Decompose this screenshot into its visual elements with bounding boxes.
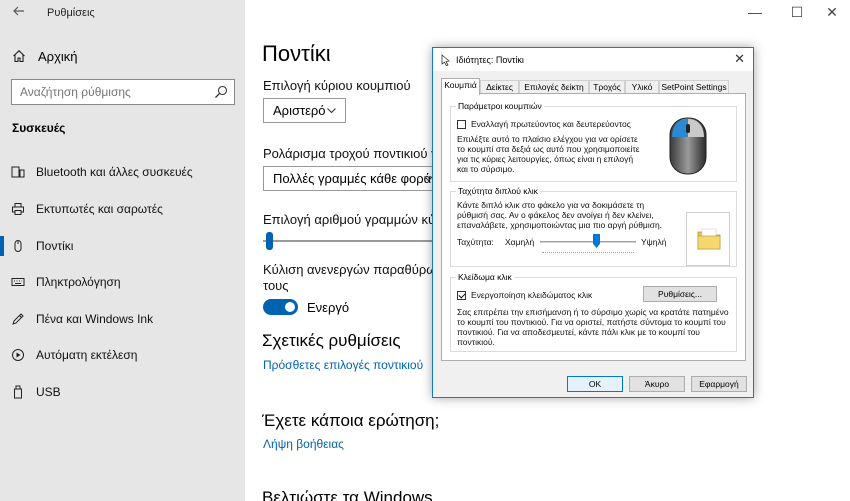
sidebar-item-usb[interactable]: USB (0, 378, 245, 406)
sidebar-item-autoplay[interactable]: Αυτόματη εκτέλεση (0, 341, 245, 369)
test-folder-area[interactable] (686, 212, 730, 266)
button-configuration-group: Παράμετροι κουμπιών Εναλλαγή πρωτεύοντος… (450, 101, 737, 182)
usb-icon (14, 385, 22, 399)
group-title: Ταχύτητα διπλού κλικ (456, 186, 540, 196)
ok-button[interactable]: OK (567, 376, 623, 392)
tab-pointers[interactable]: Δείκτες (480, 80, 519, 94)
sidebar-item-typing[interactable]: Πληκτρολόγηση (0, 268, 245, 296)
mouse-image-icon (669, 117, 707, 175)
wheel-scroll-dropdown[interactable]: Πολλές γραμμές κάθε φορά (263, 166, 443, 191)
tab-hardware[interactable]: Υλικό (625, 80, 659, 94)
related-settings-heading: Σχετικές ρυθμίσεις (262, 331, 401, 350)
search-box[interactable] (11, 79, 235, 105)
apply-button[interactable]: Εφαρμογή (691, 376, 747, 392)
speed-fast-label: Υψηλή (641, 237, 667, 247)
chevron-down-icon (327, 108, 336, 114)
dropdown-value: Αριστερό (273, 103, 326, 118)
bluetooth-icon (11, 166, 25, 178)
double-click-speed-group: Ταχύτητα διπλού κλικ Κάντε διπλό κλικ στ… (450, 186, 737, 267)
dropdown-value: Πολλές γραμμές κάθε φορά (273, 171, 432, 186)
mouse-pointer-icon (441, 54, 450, 66)
clicklock-label: Ενεργοποίηση κλειδώματος κλικ (471, 290, 593, 300)
sidebar-item-pen[interactable]: Πένα και Windows Ink (0, 305, 245, 333)
cancel-button[interactable]: Άκυρο (629, 376, 685, 392)
tab-wheel[interactable]: Τροχός (589, 80, 625, 94)
inactive-scroll-toggle[interactable] (263, 299, 298, 315)
clicklock-description: Σας επιτρέπει την επισήμανση ή το σύρσιμ… (457, 307, 729, 347)
sidebar-item-label: Bluetooth και άλλες συσκευές (36, 165, 193, 179)
search-icon[interactable] (214, 85, 228, 99)
window-title: Ρυθμίσεις (47, 7, 95, 19)
back-arrow-icon[interactable] (10, 4, 28, 22)
speed-tick-marks (542, 252, 634, 254)
dialog-close-icon[interactable]: ✕ (734, 51, 745, 67)
pen-icon (12, 313, 24, 325)
improve-windows-heading: Βελτιώστε τα Windows (262, 488, 433, 501)
mouse-icon (14, 240, 22, 252)
settings-sidebar: Ρυθμίσεις Αρχική Συσκευές Bluetooth και … (0, 0, 245, 501)
page-title: Ποντίκι (262, 41, 331, 66)
mouse-properties-dialog: Ιδιότητες: Ποντίκι ✕ Κουμπιά Δείκτες Επι… (432, 47, 754, 398)
printer-icon (12, 203, 24, 215)
scroll-lines-slider-track[interactable] (263, 240, 433, 242)
get-help-link[interactable]: Λήψη βοήθειας (263, 437, 344, 451)
speed-label: Ταχύτητα: (457, 237, 494, 247)
swap-buttons-description: Επιλέξτε αυτό το πλαίσιο ελέγχου για να … (457, 134, 640, 174)
keyboard-icon (11, 278, 25, 286)
clicklock-checkbox[interactable] (457, 291, 466, 300)
additional-mouse-options-link[interactable]: Πρόσθετες επιλογές ποντικιού (263, 358, 423, 372)
swap-buttons-checkbox[interactable] (457, 120, 466, 129)
clicklock-settings-button[interactable]: Ρυθμίσεις... (643, 286, 717, 302)
swap-buttons-label: Εναλλαγή πρωτεύοντος και δευτερεύοντος (471, 119, 631, 129)
primary-button-dropdown[interactable]: Αριστερό (263, 98, 346, 123)
inactive-scroll-label-cont: τους (263, 278, 289, 293)
dialog-title: Ιδιότητες: Ποντίκι (456, 55, 524, 65)
sidebar-section-label: Συσκευές (12, 121, 66, 135)
search-input[interactable] (12, 80, 202, 104)
sidebar-item-label: Πληκτρολόγηση (36, 275, 121, 289)
toggle-knob (285, 302, 295, 312)
sidebar-item-label: Ποντίκι (36, 239, 74, 253)
maximize-button[interactable]: ☐ (787, 4, 807, 20)
double-click-speed-track[interactable] (540, 241, 636, 243)
sidebar-item-label: USB (36, 385, 61, 399)
sidebar-item-label: Εκτυπωτές και σαρωτές (36, 202, 163, 216)
dialog-tabs: Κουμπιά Δείκτες Επιλογές δείκτη Τροχός Υ… (441, 78, 747, 95)
group-title: Κλείδωμα κλικ (456, 272, 514, 282)
test-folder-icon[interactable] (696, 226, 722, 252)
tab-pointer-options[interactable]: Επιλογές δείκτη (519, 80, 589, 94)
double-click-speed-thumb[interactable] (593, 234, 600, 248)
sidebar-item-bluetooth[interactable]: Bluetooth και άλλες συσκευές (0, 158, 245, 186)
toggle-state-label: Ενεργό (307, 300, 350, 315)
sidebar-item-label: Πένα και Windows Ink (36, 312, 154, 326)
sidebar-item-label: Αυτόματη εκτέλεση (36, 348, 138, 362)
question-heading: Έχετε κάποια ερώτηση; (262, 411, 440, 430)
sidebar-item-printers[interactable]: Εκτυπωτές και σαρωτές (0, 195, 245, 223)
close-button[interactable]: ✕ (822, 4, 842, 20)
wheel-scroll-label: Ρολάρισμα τροχού ποντικιού για (263, 146, 449, 161)
sidebar-item-mouse[interactable]: Ποντίκι (0, 232, 245, 260)
double-click-description: Κάντε διπλό κλικ στο φάκελο για να δοκιμ… (457, 200, 663, 230)
clicklock-group: Κλείδωμα κλικ Ενεργοποίηση κλειδώματος κ… (450, 272, 737, 352)
dialog-titlebar: Ιδιότητες: Ποντίκι ✕ (433, 48, 753, 71)
primary-button-label: Επιλογή κύριου κουμπιού (263, 78, 411, 93)
speed-slow-label: Χαμηλή (505, 237, 535, 247)
selection-indicator (0, 236, 4, 256)
group-title: Παράμετροι κουμπιών (456, 101, 544, 111)
home-icon (13, 50, 25, 63)
sidebar-home-label: Αρχική (38, 48, 78, 64)
scroll-lines-slider-thumb[interactable] (266, 232, 273, 250)
sidebar-item-home[interactable]: Αρχική (12, 46, 237, 66)
autoplay-icon (12, 349, 24, 361)
tab-setpoint-settings[interactable]: SetPoint Settings (659, 80, 729, 94)
tab-buttons[interactable]: Κουμπιά (441, 78, 480, 95)
dialog-tab-panel: Παράμετροι κουμπιών Εναλλαγή πρωτεύοντος… (441, 93, 746, 361)
minimize-button[interactable]: — (745, 4, 765, 20)
